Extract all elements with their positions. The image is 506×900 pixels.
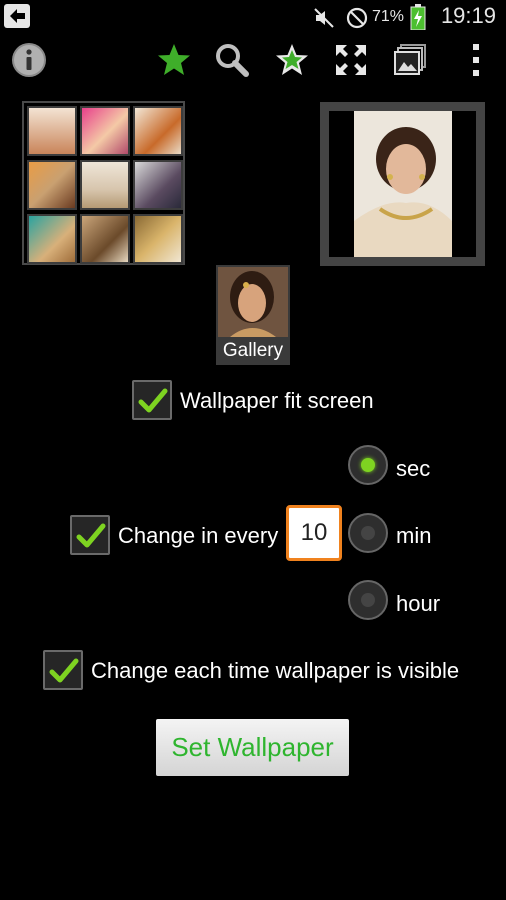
thumbnail[interactable]	[80, 106, 130, 156]
thumbnail[interactable]	[27, 214, 77, 264]
radio-sec[interactable]	[348, 445, 388, 485]
info-icon[interactable]	[11, 42, 47, 78]
fit-screen-checkbox[interactable]	[132, 380, 172, 420]
battery-charging-icon	[410, 4, 426, 35]
change-interval-label: Change in every	[118, 523, 279, 548]
radio-min[interactable]	[348, 513, 388, 553]
thumbnail[interactable]	[80, 160, 130, 210]
thumbnail[interactable]	[80, 214, 130, 264]
radio-hour-label: hour	[396, 591, 441, 616]
favorite-star-icon[interactable]	[156, 42, 192, 78]
star-add-icon[interactable]	[274, 42, 310, 78]
set-wallpaper-button[interactable]: Set Wallpaper	[156, 719, 349, 776]
battery-percent: 71%	[372, 8, 405, 25]
thumbnail[interactable]	[27, 160, 77, 210]
preview-image	[354, 111, 452, 257]
fit-screen-label: Wallpaper fit screen	[180, 388, 374, 413]
change-interval-checkbox[interactable]	[70, 515, 110, 555]
search-icon[interactable]	[214, 42, 250, 78]
back-icon[interactable]	[4, 4, 30, 28]
radio-min-label: min	[396, 523, 432, 548]
clock: 19:19	[440, 3, 496, 28]
thumbnail[interactable]	[27, 106, 77, 156]
overflow-menu-icon[interactable]	[458, 42, 494, 78]
fullscreen-icon[interactable]	[333, 42, 369, 78]
status-bar: 71% 19:19	[0, 0, 506, 36]
gallery-label: Gallery	[222, 340, 284, 361]
thumbnail[interactable]	[133, 106, 183, 156]
wallpaper-thumbnail-grid	[22, 101, 185, 265]
wallpaper-preview[interactable]	[320, 102, 485, 266]
mute-icon	[312, 6, 336, 35]
interval-input[interactable]: 10	[286, 505, 342, 561]
change-on-visible-label: Change each time wallpaper is visible	[91, 658, 460, 683]
radio-sec-label: sec	[396, 456, 431, 481]
thumbnail[interactable]	[133, 214, 183, 264]
gallery-image	[218, 267, 288, 337]
gallery-stack-icon[interactable]	[392, 42, 428, 78]
gallery-button[interactable]: Gallery	[216, 265, 290, 365]
change-on-visible-checkbox[interactable]	[43, 650, 83, 690]
thumbnail[interactable]	[133, 160, 183, 210]
radio-hour[interactable]	[348, 580, 388, 620]
do-not-disturb-icon	[346, 7, 368, 34]
